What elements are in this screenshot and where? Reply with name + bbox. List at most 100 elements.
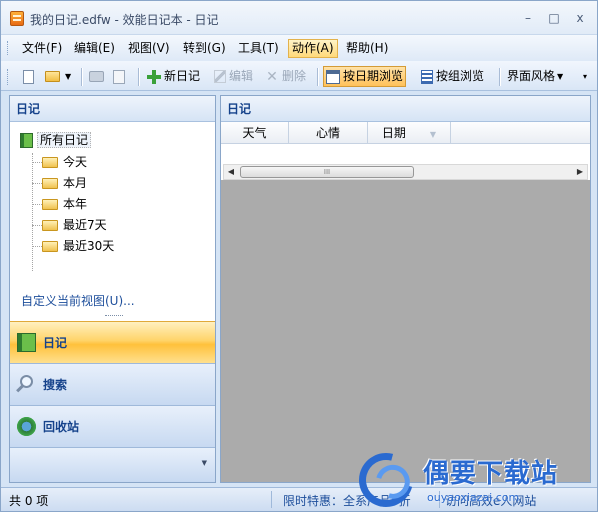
tree-item-this-month[interactable]: 本月 [32, 174, 87, 192]
tree-item-label: 最近30天 [63, 239, 115, 253]
column-header-date[interactable]: 日期 ▼ [368, 122, 451, 144]
diary-book-icon [20, 133, 33, 148]
list-pane-header: 日记 [221, 96, 590, 122]
tree-item-today[interactable]: 今天 [32, 153, 87, 171]
column-header-date-label: 日期 [381, 126, 406, 140]
plus-icon [147, 69, 161, 84]
diary-book-icon [17, 333, 36, 352]
toolbar-divider [138, 68, 139, 86]
configure-buttons-chevron-icon[interactable]: ▼ [202, 459, 207, 467]
folder-icon [42, 199, 58, 210]
browse-by-group-button[interactable]: 按组浏览 [419, 66, 486, 87]
close-button[interactable]: x [571, 9, 589, 27]
edit-label: 编辑 [229, 69, 254, 83]
tree-item-label: 今天 [63, 155, 88, 169]
new-document-button[interactable] [21, 66, 39, 87]
maximize-button[interactable]: □ [545, 9, 563, 27]
pane-splitter-handle[interactable] [105, 315, 123, 318]
ui-style-dropdown[interactable]: 界面风格 ▼ [505, 66, 565, 87]
nav-button-recycle-bin[interactable]: 回收站 [10, 405, 215, 447]
chevron-down-icon: ▼ [557, 72, 564, 81]
menu-grip-icon [7, 41, 10, 55]
menu-tools[interactable]: 工具(T) [235, 39, 282, 58]
browse-by-date-label: 按日期浏览 [343, 69, 404, 83]
nav-pane-header: 日记 [10, 96, 215, 122]
status-divider [271, 491, 272, 508]
tree-root-label: 所有日记 [37, 132, 92, 148]
tree-item-this-year[interactable]: 本年 [32, 195, 87, 213]
scroll-right-arrow-icon[interactable]: ▶ [573, 165, 587, 179]
menu-file[interactable]: 文件(F) [19, 39, 65, 58]
tree-item-label: 最近7天 [63, 218, 107, 232]
title-bar[interactable]: 我的日记.edfw - 效能日记本 - 日记 – □ x [1, 1, 597, 35]
toolbar-divider [81, 68, 82, 86]
nav-button-search[interactable]: 搜索 [10, 363, 215, 405]
scrollbar-thumb[interactable]: III [240, 166, 414, 178]
edit-button[interactable]: 编辑 [212, 66, 255, 87]
sort-down-icon: ▼ [429, 130, 437, 139]
pdf-icon [113, 69, 125, 84]
menu-view[interactable]: 视图(V) [125, 39, 173, 58]
new-diary-button[interactable]: 新日记 [145, 66, 202, 87]
folder-icon [42, 220, 58, 231]
open-folder-icon [45, 71, 60, 82]
browse-by-date-button[interactable]: 按日期浏览 [323, 66, 407, 87]
menu-action[interactable]: 动作(A) [288, 39, 338, 58]
folder-icon [42, 241, 58, 252]
pencil-icon [214, 70, 226, 83]
delete-label: 删除 [282, 69, 307, 83]
document-icon [23, 69, 34, 84]
chevron-down-icon: ▼ [65, 72, 72, 81]
watermark-logo-icon [349, 443, 423, 512]
delete-x-icon: ✕ [266, 68, 278, 85]
menu-help[interactable]: 帮助(H) [343, 39, 391, 58]
tree-item-last-30-days[interactable]: 最近30天 [32, 237, 114, 255]
tree-item-label: 本年 [63, 197, 88, 211]
diary-preview-area [221, 180, 590, 482]
navigation-pane: 日记 所有日记 今天 本月 本年 最近7天 最近30天 自定义当前视图(U)..… [9, 95, 216, 483]
tree-item-last-7-days[interactable]: 最近7天 [32, 216, 107, 234]
diary-list-pane: 日记 天气 心情 日期 ▼ ◀ III ▶ [220, 95, 591, 483]
toolbar: ▼ 新日记 编辑 ✕ 删除 按日期浏览 按组浏览 界面风格 ▼ ▾ [1, 61, 597, 91]
open-button[interactable]: ▼ [43, 66, 73, 87]
scroll-left-arrow-icon[interactable]: ◀ [224, 165, 238, 179]
nav-button-label: 回收站 [43, 420, 80, 434]
nav-button-label: 搜索 [43, 378, 68, 392]
item-count: 共 0 项 [9, 494, 49, 508]
grid-column-headers: 天气 心情 日期 ▼ [221, 122, 590, 144]
group-list-icon [421, 69, 433, 84]
nav-button-label: 日记 [43, 336, 68, 350]
toolbar-divider [317, 68, 318, 86]
minimize-button[interactable]: – [519, 9, 537, 27]
watermark-url: ouyaoxiazai.com [427, 491, 520, 504]
new-diary-label: 新日记 [164, 69, 201, 83]
horizontal-scrollbar[interactable]: ◀ III ▶ [223, 164, 588, 180]
menu-goto[interactable]: 转到(G) [180, 39, 229, 58]
menu-edit[interactable]: 编辑(E) [71, 39, 118, 58]
print-button[interactable] [87, 66, 109, 87]
toolbar-overflow-button[interactable]: ▾ [581, 66, 589, 87]
app-icon [10, 11, 24, 26]
nav-pane-footer: ▼ [10, 447, 215, 482]
tree-item-label: 本月 [63, 176, 88, 190]
folder-icon [42, 178, 58, 189]
nav-button-diary[interactable]: 日记 [10, 321, 215, 363]
watermark-title: 偶要下载站 [423, 459, 559, 489]
magnifier-search-icon [20, 375, 33, 388]
window-title: 我的日记.edfw - 效能日记本 - 日记 [30, 13, 219, 27]
export-pdf-button[interactable] [111, 66, 130, 87]
calendar-icon [326, 69, 340, 84]
customize-view-link[interactable]: 自定义当前视图(U)... [21, 292, 135, 309]
folder-icon [42, 157, 58, 168]
recycle-icon [17, 417, 36, 436]
delete-button[interactable]: ✕ 删除 [263, 66, 308, 87]
ui-style-label: 界面风格 [507, 69, 556, 83]
tree-root-all-diaries[interactable]: 所有日记 [20, 131, 92, 149]
column-header-mood[interactable]: 心情 [289, 122, 368, 144]
toolbar-grip-icon [7, 69, 10, 85]
menu-bar: 文件(F) 编辑(E) 视图(V) 转到(G) 工具(T) 动作(A) 帮助(H… [1, 35, 597, 61]
toolbar-divider [499, 68, 500, 86]
printer-icon [89, 71, 104, 82]
column-header-weather[interactable]: 天气 [221, 122, 289, 144]
browse-by-group-label: 按组浏览 [436, 69, 485, 83]
